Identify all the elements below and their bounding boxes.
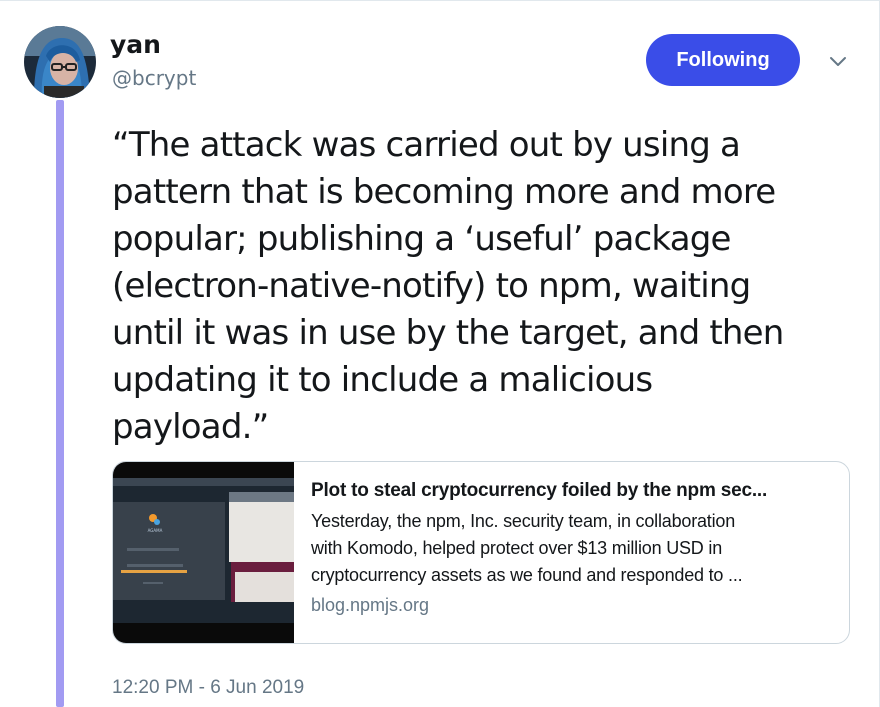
card-thumbnail: AGAMA	[113, 462, 294, 643]
link-preview-card[interactable]: AGAMA Plot to steal cryptocurrency foile…	[112, 461, 850, 644]
card-domain: blog.npmjs.org	[311, 595, 430, 615]
user-handle[interactable]: @bcrypt	[112, 66, 196, 90]
avatar[interactable]	[24, 26, 96, 98]
tweet-text-line: payload.”	[112, 407, 269, 447]
tweet-text-line: pattern that is becoming more and more	[112, 172, 776, 212]
tweet-text-line: “The attack was carried out by using a	[112, 125, 741, 165]
tweet-text-line: until it was in use by the target, and t…	[112, 313, 784, 353]
thread-line	[56, 100, 64, 707]
tweet-text-line: updating it to include a malicious	[112, 360, 653, 400]
tweet-text-line: popular; publishing a ‘useful’ package	[112, 219, 731, 259]
following-button[interactable]: Following	[646, 34, 800, 86]
card-body: Plot to steal cryptocurrency foiled by t…	[311, 480, 831, 616]
tweet-text: “The attack was carried out by using a p…	[112, 122, 872, 451]
tweet-timestamp[interactable]: 12:20 PM - 6 Jun 2019	[112, 677, 304, 699]
frame-top-border	[0, 0, 880, 1]
card-description-line: cryptocurrency assets as we found and re…	[311, 565, 743, 585]
chevron-down-icon[interactable]	[828, 52, 848, 72]
card-description-line: with Komodo, helped protect over $13 mil…	[311, 538, 723, 558]
tweet-text-line: (electron-native-notify) to npm, waiting	[112, 266, 751, 306]
card-description-line: Yesterday, the npm, Inc. security team, …	[311, 511, 736, 531]
card-title: Plot to steal cryptocurrency foiled by t…	[311, 480, 768, 501]
display-name[interactable]: yan	[110, 30, 161, 59]
card-description: Yesterday, the npm, Inc. security team, …	[311, 508, 831, 589]
thumbnail-logo-text: AGAMA	[148, 528, 163, 533]
